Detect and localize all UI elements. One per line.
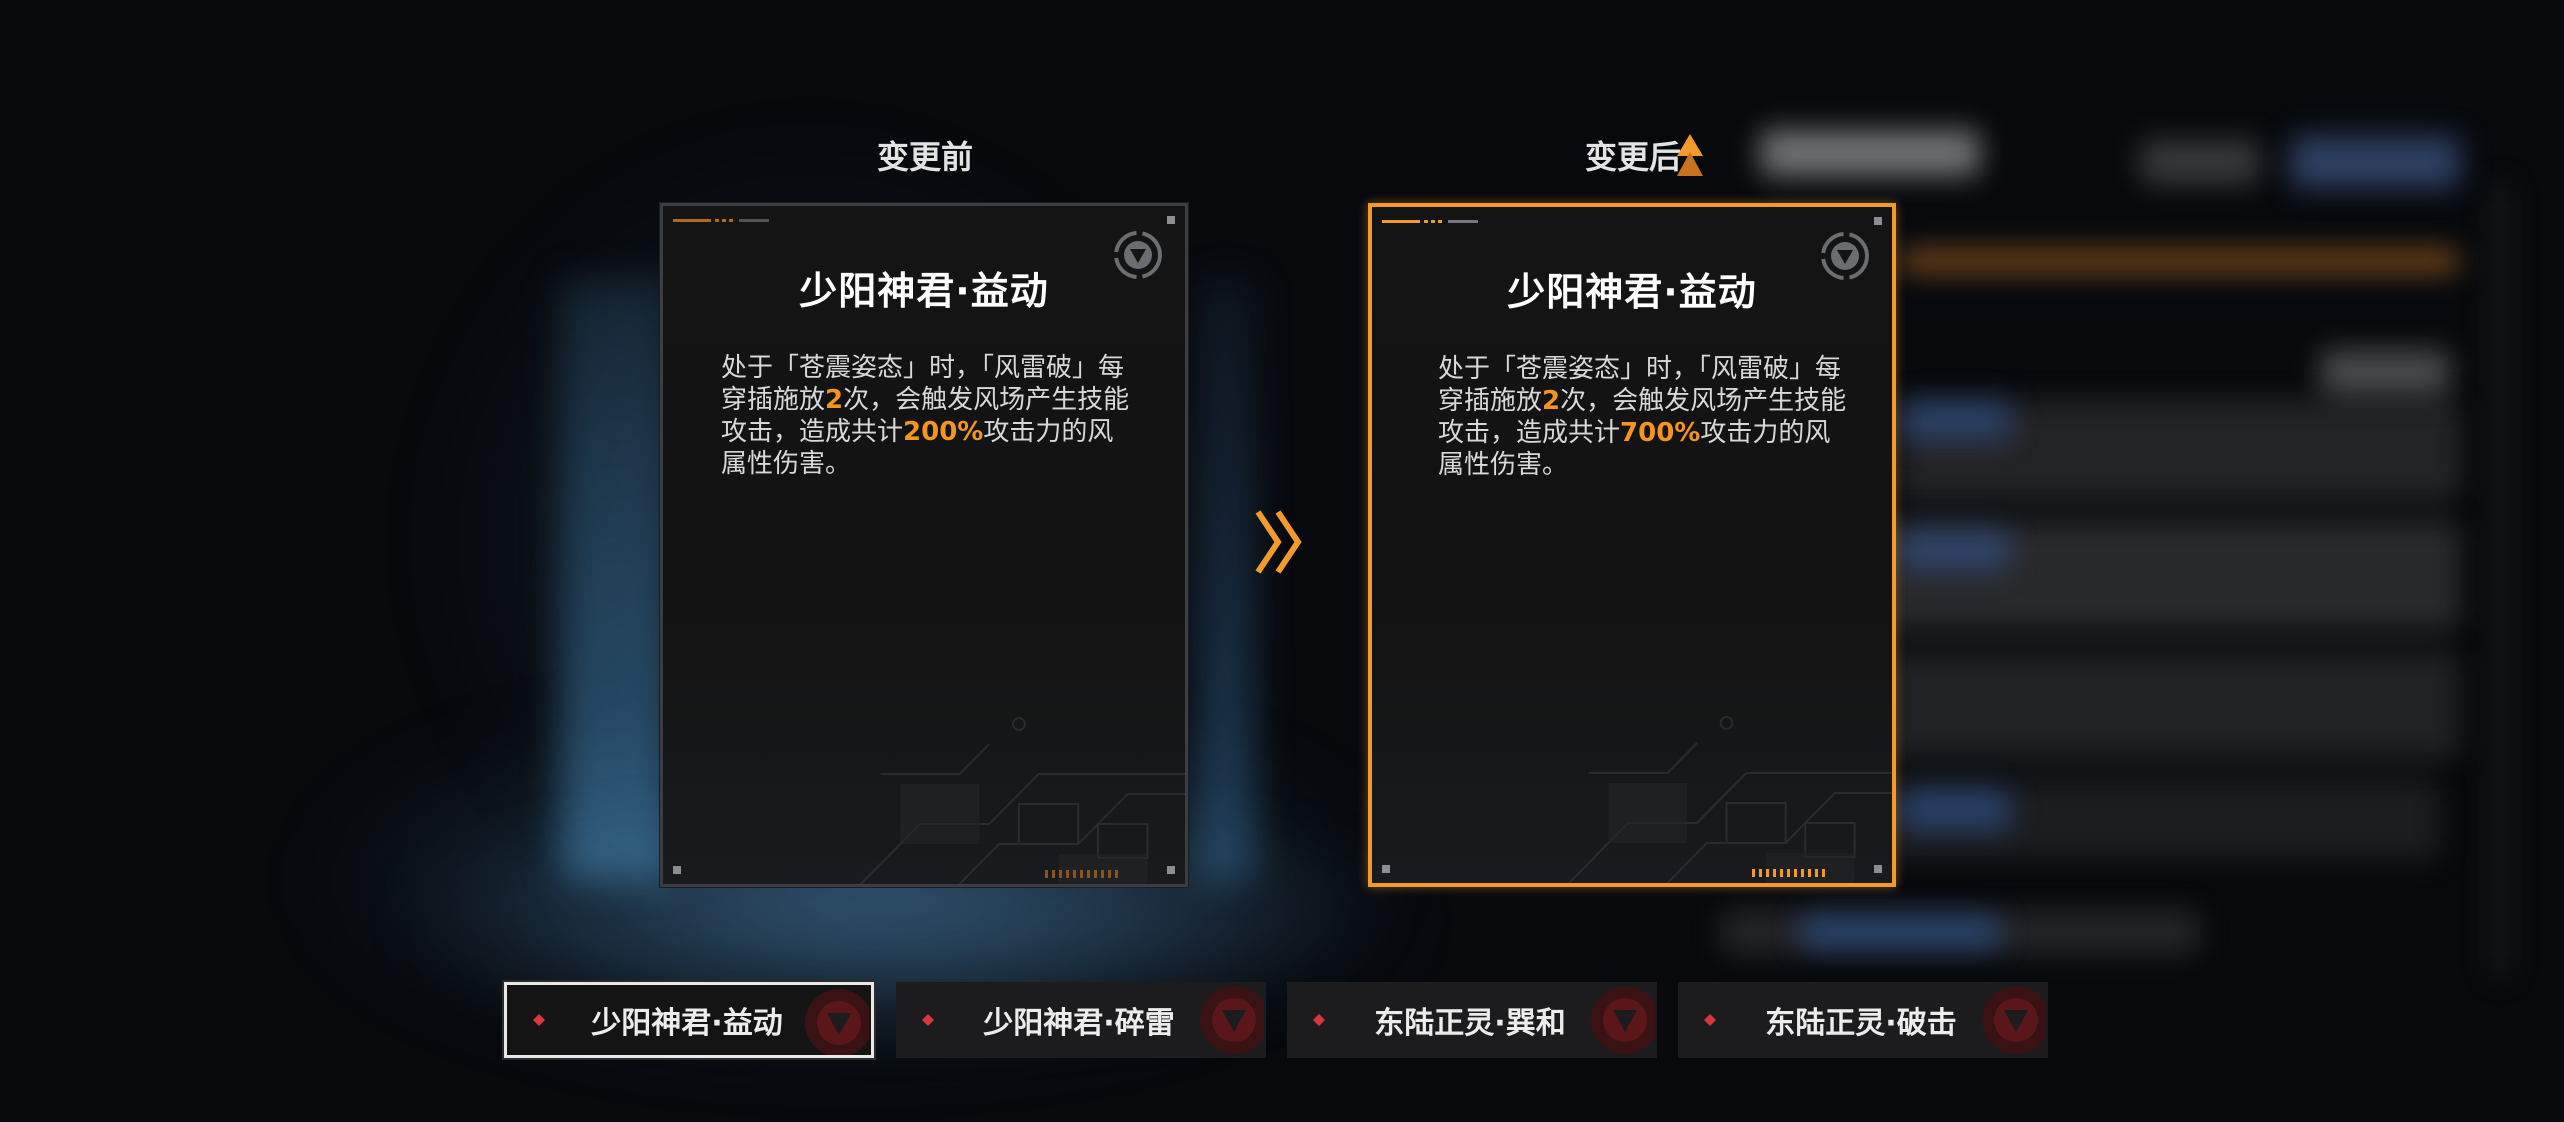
tab-skill-2[interactable]: 少阳神君·碎雷 (896, 982, 1266, 1058)
shield-triangle-emblem-icon (1200, 986, 1264, 1054)
card-tick-marks-icon (1045, 870, 1118, 878)
diamond-icon (1313, 1014, 1325, 1026)
card-after-title: 少阳神君·益动 (1507, 270, 1757, 314)
skill-card-after: 少阳神君·益动 处于「苍震姿态」时，「风雷破」每穿插施放2次，会触发风场产生技能… (1368, 203, 1896, 887)
double-chevron-right-icon (1255, 510, 1302, 574)
circuit-pattern-decoration (1568, 716, 1892, 883)
card-header-bar-icon (1382, 220, 1478, 223)
tab-skill-3[interactable]: 东陆正灵·巽和 (1287, 982, 1657, 1058)
circuit-pattern-decoration (860, 717, 1185, 884)
heading-before-change: 变更前 (660, 132, 1190, 182)
tab-label: 少阳神君·益动 (591, 1006, 783, 1041)
tab-label: 东陆正灵·巽和 (1374, 1006, 1566, 1041)
card-before-description: 处于「苍震姿态」时，「风雷破」每穿插施放2次，会触发风场产生技能攻击，造成共计2… (721, 352, 1131, 480)
tab-skill-4[interactable]: 东陆正灵·破击 (1678, 982, 2048, 1058)
damage-percent-value: 200% (903, 417, 984, 447)
diamond-icon (533, 1014, 545, 1026)
hit-count-value: 2 (825, 385, 844, 415)
diamond-icon (922, 1014, 934, 1026)
tab-label: 少阳神君·碎雷 (983, 1006, 1175, 1041)
tab-label: 东陆正灵·破击 (1765, 1006, 1957, 1041)
card-before-title: 少阳神君·益动 (799, 269, 1049, 313)
heading-after-label: 变更后 (1584, 138, 1681, 176)
heading-before-label: 变更前 (876, 138, 973, 176)
shield-triangle-emblem-icon (1982, 986, 2046, 1054)
shield-triangle-emblem-icon (1591, 986, 1655, 1054)
skill-card-before: 少阳神君·益动 处于「苍震姿态」时，「风雷破」每穿插施放2次，会触发风场产生技能… (660, 203, 1188, 887)
tab-skill-1[interactable]: 少阳神君·益动 (504, 982, 874, 1058)
damage-percent-value: 700% (1620, 418, 1701, 448)
card-header-bar-icon (673, 219, 769, 222)
hit-count-value: 2 (1542, 386, 1561, 416)
triangle-marker-icon (1677, 134, 1703, 176)
diamond-icon (1704, 1014, 1716, 1026)
card-after-description: 处于「苍震姿态」时，「风雷破」每穿插施放2次，会触发风场产生技能攻击，造成共计7… (1438, 353, 1848, 481)
heading-after-change: 变更后 (1368, 132, 1898, 182)
shield-triangle-emblem-icon (805, 989, 869, 1055)
card-tick-marks-icon (1752, 869, 1825, 877)
